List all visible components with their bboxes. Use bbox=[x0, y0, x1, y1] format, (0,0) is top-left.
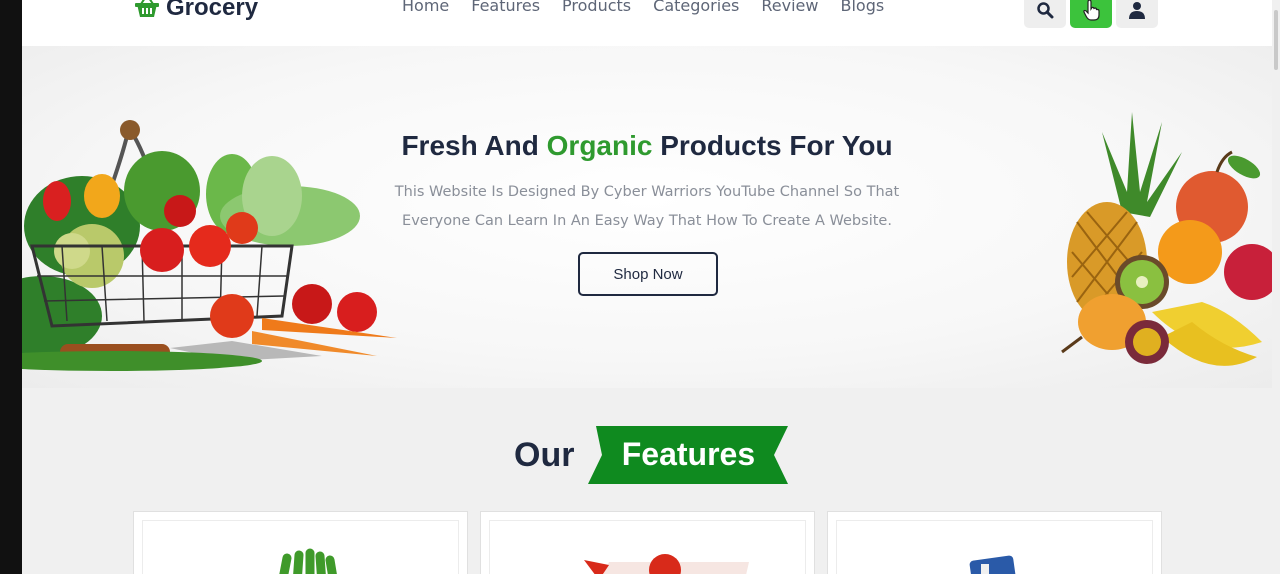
vegetables-feature-image bbox=[279, 548, 337, 574]
payment-feature-image bbox=[969, 555, 1017, 574]
feature-card-payment bbox=[827, 511, 1162, 574]
feature-cards bbox=[133, 511, 1162, 574]
features-heading-prefix: Our bbox=[514, 435, 575, 474]
nav-features[interactable]: Features bbox=[471, 0, 540, 15]
shop-now-button[interactable]: Shop Now bbox=[578, 252, 718, 296]
feature-card-delivery bbox=[480, 511, 815, 574]
nav-products[interactable]: Products bbox=[562, 0, 631, 15]
cart-button[interactable] bbox=[1070, 0, 1112, 28]
browser-viewport: Grocery Home Features Products Categorie… bbox=[22, 0, 1272, 574]
delivery-feature-image bbox=[584, 554, 749, 574]
user-button[interactable] bbox=[1116, 0, 1158, 28]
hero-section: Fresh And Organic Products For You This … bbox=[22, 46, 1272, 388]
nav-blogs[interactable]: Blogs bbox=[840, 0, 884, 15]
hero-description: This Website Is Designed By Cyber Warrio… bbox=[394, 184, 900, 229]
logo[interactable]: Grocery bbox=[134, 0, 258, 22]
hero-title-highlight: Organic bbox=[546, 130, 653, 161]
scrollbar-thumb[interactable] bbox=[1274, 10, 1278, 70]
search-icon bbox=[1037, 2, 1054, 19]
nav-categories[interactable]: Categories bbox=[653, 0, 739, 15]
brand-name: Grocery bbox=[166, 0, 259, 21]
page-scrollbar[interactable] bbox=[1272, 0, 1280, 574]
nav-review[interactable]: Review bbox=[761, 0, 818, 15]
basket-icon bbox=[135, 0, 159, 17]
main-nav: Home Features Products Categories Review… bbox=[402, 0, 884, 15]
features-heading: Our Features bbox=[514, 426, 789, 484]
features-ribbon: Features bbox=[588, 426, 789, 484]
user-icon bbox=[1129, 2, 1145, 19]
nav-home[interactable]: Home bbox=[402, 0, 449, 15]
cursor-hand-icon bbox=[1083, 0, 1100, 21]
hero-title-prefix: Fresh And bbox=[401, 130, 547, 161]
hero-title-suffix: Products For You bbox=[652, 130, 893, 161]
fruit-bunch-image bbox=[1061, 112, 1272, 366]
search-button[interactable] bbox=[1024, 0, 1066, 28]
header-icons bbox=[1024, 0, 1158, 28]
feature-card-fresh bbox=[133, 511, 468, 574]
site-header: Grocery Home Features Products Categorie… bbox=[22, 0, 1272, 46]
features-heading-highlight: Features bbox=[621, 436, 756, 472]
features-section: Our Features bbox=[22, 388, 1272, 574]
